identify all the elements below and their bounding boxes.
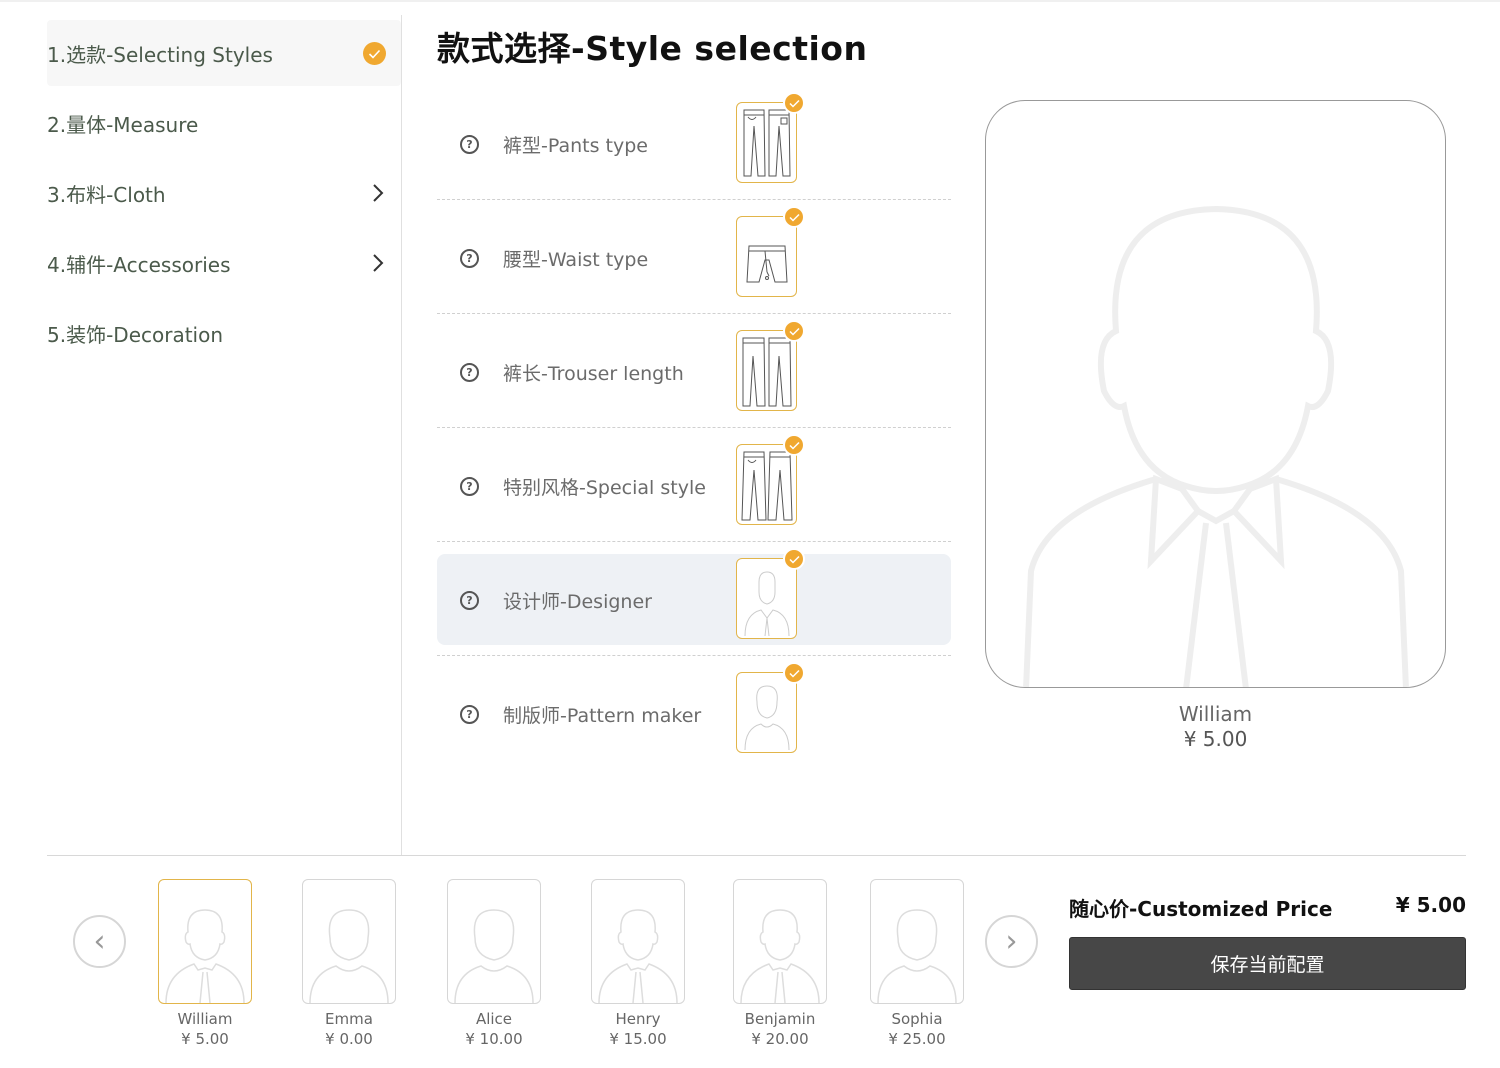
option-trouser-length[interactable]: ? 裤长-Trouser length xyxy=(437,316,951,428)
preview-designer-name: William xyxy=(1178,702,1253,726)
sidebar-item-selecting-styles[interactable]: 1.选款-Selecting Styles xyxy=(47,20,401,86)
sidebar-item-label: 5.装饰-Decoration xyxy=(47,322,224,347)
customized-price-value: ¥ 5.00 xyxy=(1395,893,1466,917)
designer-card-alice[interactable]: Alice ¥ 10.00 xyxy=(447,879,541,1050)
designer-name: Alice xyxy=(475,1010,513,1028)
pants-front-back-icon[interactable] xyxy=(736,102,797,183)
male-avatar-icon xyxy=(733,879,827,1004)
option-label: 制版师-Pattern maker xyxy=(503,705,702,727)
section-divider xyxy=(47,855,1466,856)
chevron-right-icon xyxy=(373,184,384,202)
option-label: 裤长-Trouser length xyxy=(503,363,684,385)
carousel-next-button[interactable]: › xyxy=(985,915,1038,968)
top-border xyxy=(0,0,1500,2)
designer-name: Henry xyxy=(615,1010,661,1028)
option-waist-type[interactable]: ? 腰型-Waist type xyxy=(437,202,951,314)
designer-name: William xyxy=(177,1010,233,1028)
sidebar-item-decoration[interactable]: 5.装饰-Decoration xyxy=(47,300,401,366)
sidebar-item-cloth[interactable]: 3.布料-Cloth xyxy=(47,160,401,226)
designer-name: Emma xyxy=(325,1010,373,1028)
designer-price: ¥ 5.00 xyxy=(181,1030,229,1048)
chevron-right-icon xyxy=(373,254,384,272)
check-circle-icon xyxy=(783,548,805,570)
designer-card-sophia[interactable]: Sophia ¥ 25.00 xyxy=(870,879,964,1050)
male-avatar-icon xyxy=(591,879,685,1004)
sidebar-item-label: 3.布料-Cloth xyxy=(47,182,166,207)
check-circle-icon xyxy=(783,662,805,684)
sidebar-item-measure[interactable]: 2.量体-Measure xyxy=(47,90,401,156)
help-icon[interactable]: ? xyxy=(460,705,479,724)
male-avatar-icon xyxy=(1023,205,1409,687)
step-sidebar: 1.选款-Selecting Styles 2.量体-Measure 3.布料-… xyxy=(47,20,401,370)
designer-card-benjamin[interactable]: Benjamin ¥ 20.00 xyxy=(733,879,827,1050)
designer-preview xyxy=(985,100,1446,688)
sidebar-divider xyxy=(401,15,402,855)
designer-price: ¥ 25.00 xyxy=(888,1030,946,1048)
option-label: 腰型-Waist type xyxy=(503,249,649,271)
page-title: 款式选择-Style selection xyxy=(437,29,868,68)
sidebar-item-label: 4.辅件-Accessories xyxy=(47,252,231,277)
save-configuration-button[interactable]: 保存当前配置 xyxy=(1069,937,1466,990)
help-icon[interactable]: ? xyxy=(460,363,479,382)
sidebar-item-accessories[interactable]: 4.辅件-Accessories xyxy=(47,230,401,296)
option-pants-type[interactable]: ? 裤型-Pants type xyxy=(437,88,951,200)
sidebar-item-label: 1.选款-Selecting Styles xyxy=(47,42,273,67)
female-avatar-icon xyxy=(302,879,396,1004)
option-label: 裤型-Pants type xyxy=(503,135,648,157)
check-circle-icon xyxy=(783,92,805,114)
help-icon[interactable]: ? xyxy=(460,591,479,610)
designer-card-william[interactable]: William ¥ 5.00 xyxy=(158,879,252,1050)
check-circle-icon xyxy=(783,434,805,456)
designer-card-henry[interactable]: Henry ¥ 15.00 xyxy=(591,879,685,1050)
customized-price-label: 随心价-Customized Price xyxy=(1069,897,1333,921)
waist-icon[interactable] xyxy=(736,216,797,297)
preview-designer-price: ¥ 5.00 xyxy=(1183,727,1248,751)
designer-price: ¥ 0.00 xyxy=(325,1030,373,1048)
sidebar-item-label: 2.量体-Measure xyxy=(47,112,199,137)
option-special-style[interactable]: ? 特别风格-Special style xyxy=(437,430,951,542)
help-icon[interactable]: ? xyxy=(460,477,479,496)
option-label: 设计师-Designer xyxy=(503,591,652,613)
check-circle-icon xyxy=(363,42,386,65)
designer-name: Benjamin xyxy=(744,1010,816,1028)
designer-price: ¥ 20.00 xyxy=(751,1030,809,1048)
male-avatar-icon xyxy=(158,879,252,1004)
trouser-length-icon[interactable] xyxy=(736,330,797,411)
designer-name: Sophia xyxy=(891,1010,943,1028)
female-avatar-icon xyxy=(447,879,541,1004)
help-icon[interactable]: ? xyxy=(460,135,479,154)
carousel-prev-button[interactable]: ‹ xyxy=(73,915,126,968)
special-style-icon[interactable] xyxy=(736,444,797,525)
check-circle-icon xyxy=(783,320,805,342)
designer-card-emma[interactable]: Emma ¥ 0.00 xyxy=(302,879,396,1050)
designer-price: ¥ 15.00 xyxy=(609,1030,667,1048)
help-icon[interactable]: ? xyxy=(460,249,479,268)
option-designer[interactable]: ? 设计师-Designer xyxy=(437,544,951,656)
female-avatar-icon xyxy=(870,879,964,1004)
option-label: 特别风格-Special style xyxy=(503,477,706,499)
designer-avatar-icon[interactable] xyxy=(736,558,797,639)
pattern-maker-avatar-icon[interactable] xyxy=(736,672,797,753)
check-circle-icon xyxy=(783,206,805,228)
designer-price: ¥ 10.00 xyxy=(465,1030,523,1048)
option-pattern-maker[interactable]: ? 制版师-Pattern maker xyxy=(437,658,951,770)
style-options-list: ? 裤型-Pants type ? 腰型-Waist type ? 裤长-Tro… xyxy=(437,88,951,772)
